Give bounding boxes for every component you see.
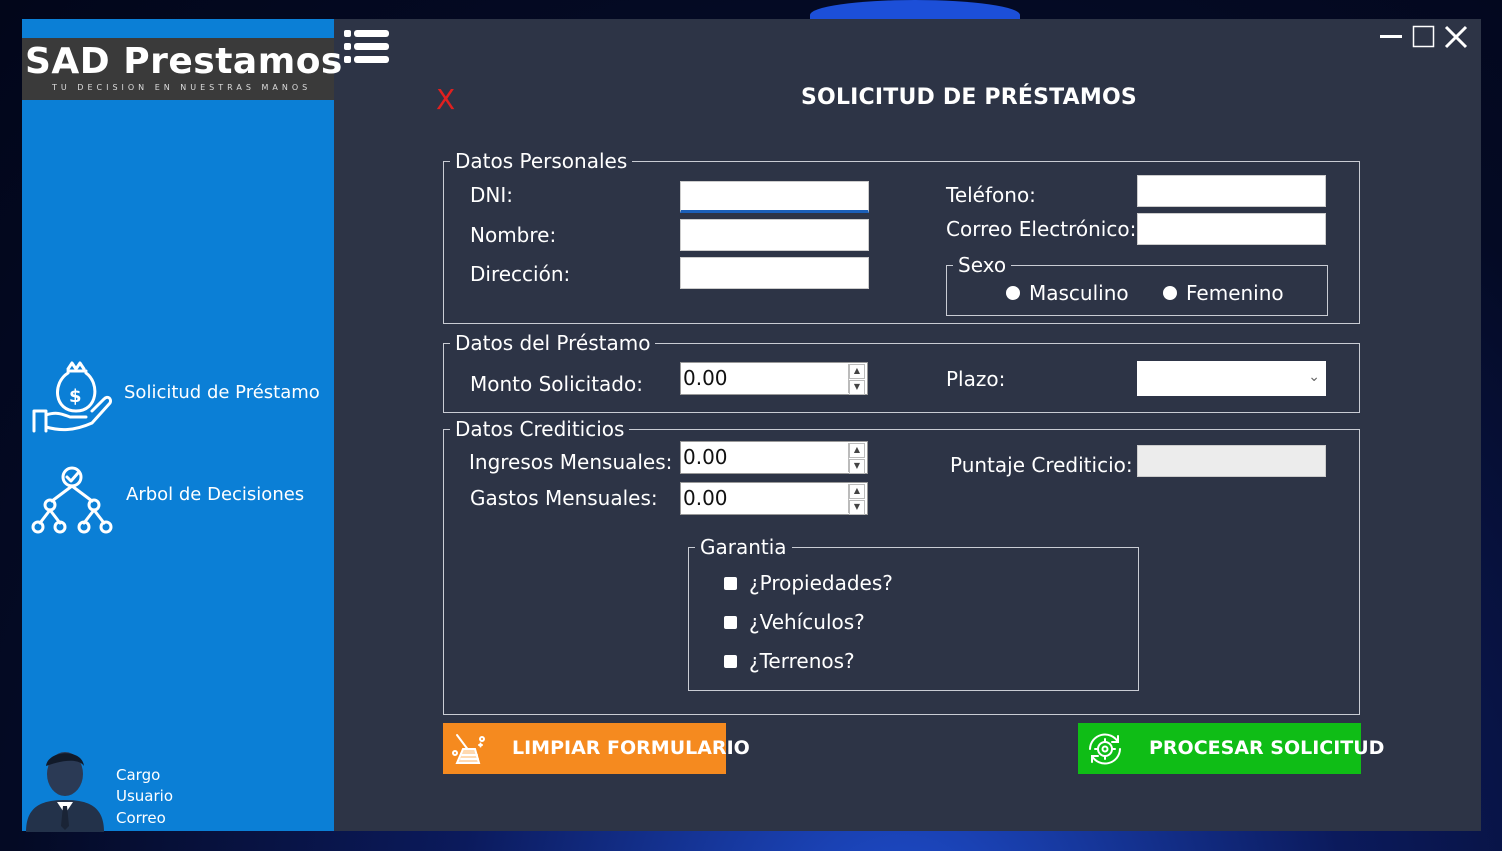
checkbox-propiedades[interactable]: ¿Propiedades? [724, 571, 893, 595]
menu-icon[interactable] [344, 29, 390, 65]
sidebar-item-label: Arbol de Decisiones [126, 484, 305, 505]
group-legend: Datos Personales [455, 149, 628, 173]
logo-title: SAD Prestamos [25, 41, 343, 82]
chevron-down-icon: ⌄ [1308, 369, 1320, 385]
page-title: SOLICITUD DE PRÉSTAMOS [801, 85, 1137, 110]
sidebar: SAD Prestamos TU DECISION EN NUESTRAS MA… [22, 19, 342, 832]
spin-up-icon[interactable]: ▲ [849, 443, 865, 458]
radio-masculino[interactable]: Masculino [1006, 281, 1129, 305]
monto-stepper[interactable]: 0.00 ▲ ▼ [680, 362, 868, 395]
checkbox-label: ¿Vehículos? [749, 610, 865, 634]
user-correo: Correo [116, 809, 166, 827]
money-bag-hand-icon: $ [32, 361, 112, 433]
broom-icon [452, 734, 485, 764]
spinner: ▲ ▼ [848, 364, 865, 395]
sidebar-item-arbol-decisiones[interactable]: Arbol de Decisiones [22, 457, 334, 537]
spin-up-icon[interactable]: ▲ [849, 364, 865, 379]
user-usuario: Usuario [116, 787, 174, 805]
gear-refresh-icon [1089, 733, 1121, 765]
sidebar-item-label: Solicitud de Préstamo [124, 382, 320, 403]
spin-up-icon[interactable]: ▲ [849, 484, 865, 499]
spin-down-icon[interactable]: ▼ [849, 500, 865, 515]
group-legend: Datos Crediticios [455, 417, 625, 441]
gastos-stepper[interactable]: 0.00 ▲ ▼ [680, 482, 868, 515]
group-legend: Garantia [700, 535, 787, 559]
ingresos-label: Ingresos Mensuales: [469, 450, 673, 474]
checkbox-vehiculos[interactable]: ¿Vehículos? [724, 610, 865, 634]
nombre-input[interactable] [680, 219, 869, 251]
process-button-label: PROCESAR SOLICITUD [1149, 737, 1385, 759]
correo-input[interactable] [1137, 213, 1326, 245]
sidebar-item-solicitud-prestamo[interactable]: $ Solicitud de Préstamo [22, 355, 334, 435]
app-window: SAD Prestamos TU DECISION EN NUESTRAS MA… [22, 19, 1481, 832]
puntaje-label: Puntaje Crediticio: [950, 453, 1133, 477]
spin-down-icon[interactable]: ▼ [849, 380, 865, 395]
ingresos-stepper[interactable]: 0.00 ▲ ▼ [680, 441, 868, 474]
dni-label: DNI: [470, 183, 513, 207]
telefono-label: Teléfono: [946, 183, 1036, 207]
svg-text:$: $ [69, 386, 82, 407]
monto-value: 0.00 [683, 366, 728, 390]
group-legend: Sexo [958, 253, 1007, 277]
ingresos-value: 0.00 [683, 445, 728, 469]
user-cargo: Cargo [116, 766, 161, 784]
gastos-label: Gastos Mensuales: [470, 486, 658, 510]
spinner: ▲ ▼ [848, 484, 865, 515]
app-logo: SAD Prestamos TU DECISION EN NUESTRAS MA… [22, 38, 342, 100]
radio-label: Masculino [1029, 281, 1129, 305]
checkbox-box [724, 576, 737, 590]
checkbox-terrenos[interactable]: ¿Terrenos? [724, 649, 855, 673]
decision-tree-icon [31, 466, 113, 534]
spin-down-icon[interactable]: ▼ [849, 459, 865, 474]
radio-femenino[interactable]: Femenino [1163, 281, 1284, 305]
clear-button-label: LIMPIAR FORMULARIO [512, 737, 750, 759]
telefono-input[interactable] [1137, 175, 1326, 207]
checkbox-box [724, 654, 737, 668]
plazo-label: Plazo: [946, 367, 1006, 391]
radio-circle [1163, 286, 1177, 300]
checkbox-label: ¿Terrenos? [749, 649, 855, 673]
checkbox-box [724, 615, 737, 629]
user-panel: Cargo Usuario Correo [22, 739, 334, 832]
radio-circle [1006, 286, 1020, 300]
window-close-icon[interactable] [1444, 25, 1468, 49]
nombre-label: Nombre: [470, 223, 557, 247]
dni-input[interactable] [680, 181, 869, 213]
process-request-button[interactable]: PROCESAR SOLICITUD [1078, 723, 1384, 774]
form-close-icon[interactable]: X [436, 83, 455, 116]
spinner: ▲ ▼ [848, 443, 865, 474]
maximize-icon[interactable] [1412, 25, 1436, 49]
plazo-select[interactable]: ⌄ [1137, 361, 1326, 396]
puntaje-field [1137, 445, 1326, 477]
correo-label: Correo Electrónico: [946, 217, 1137, 241]
checkbox-label: ¿Propiedades? [749, 571, 893, 595]
clear-form-button[interactable]: LIMPIAR FORMULARIO [443, 723, 750, 774]
user-avatar-icon [26, 752, 104, 832]
group-legend: Datos del Préstamo [455, 331, 651, 355]
direccion-input[interactable] [680, 257, 869, 289]
direccion-label: Dirección: [470, 262, 571, 286]
minimize-icon[interactable] [1379, 25, 1403, 49]
logo-subtitle: TU DECISION EN NUESTRAS MANOS [52, 83, 312, 92]
monto-label: Monto Solicitado: [470, 372, 643, 396]
radio-label: Femenino [1186, 281, 1284, 305]
gastos-value: 0.00 [683, 486, 728, 510]
